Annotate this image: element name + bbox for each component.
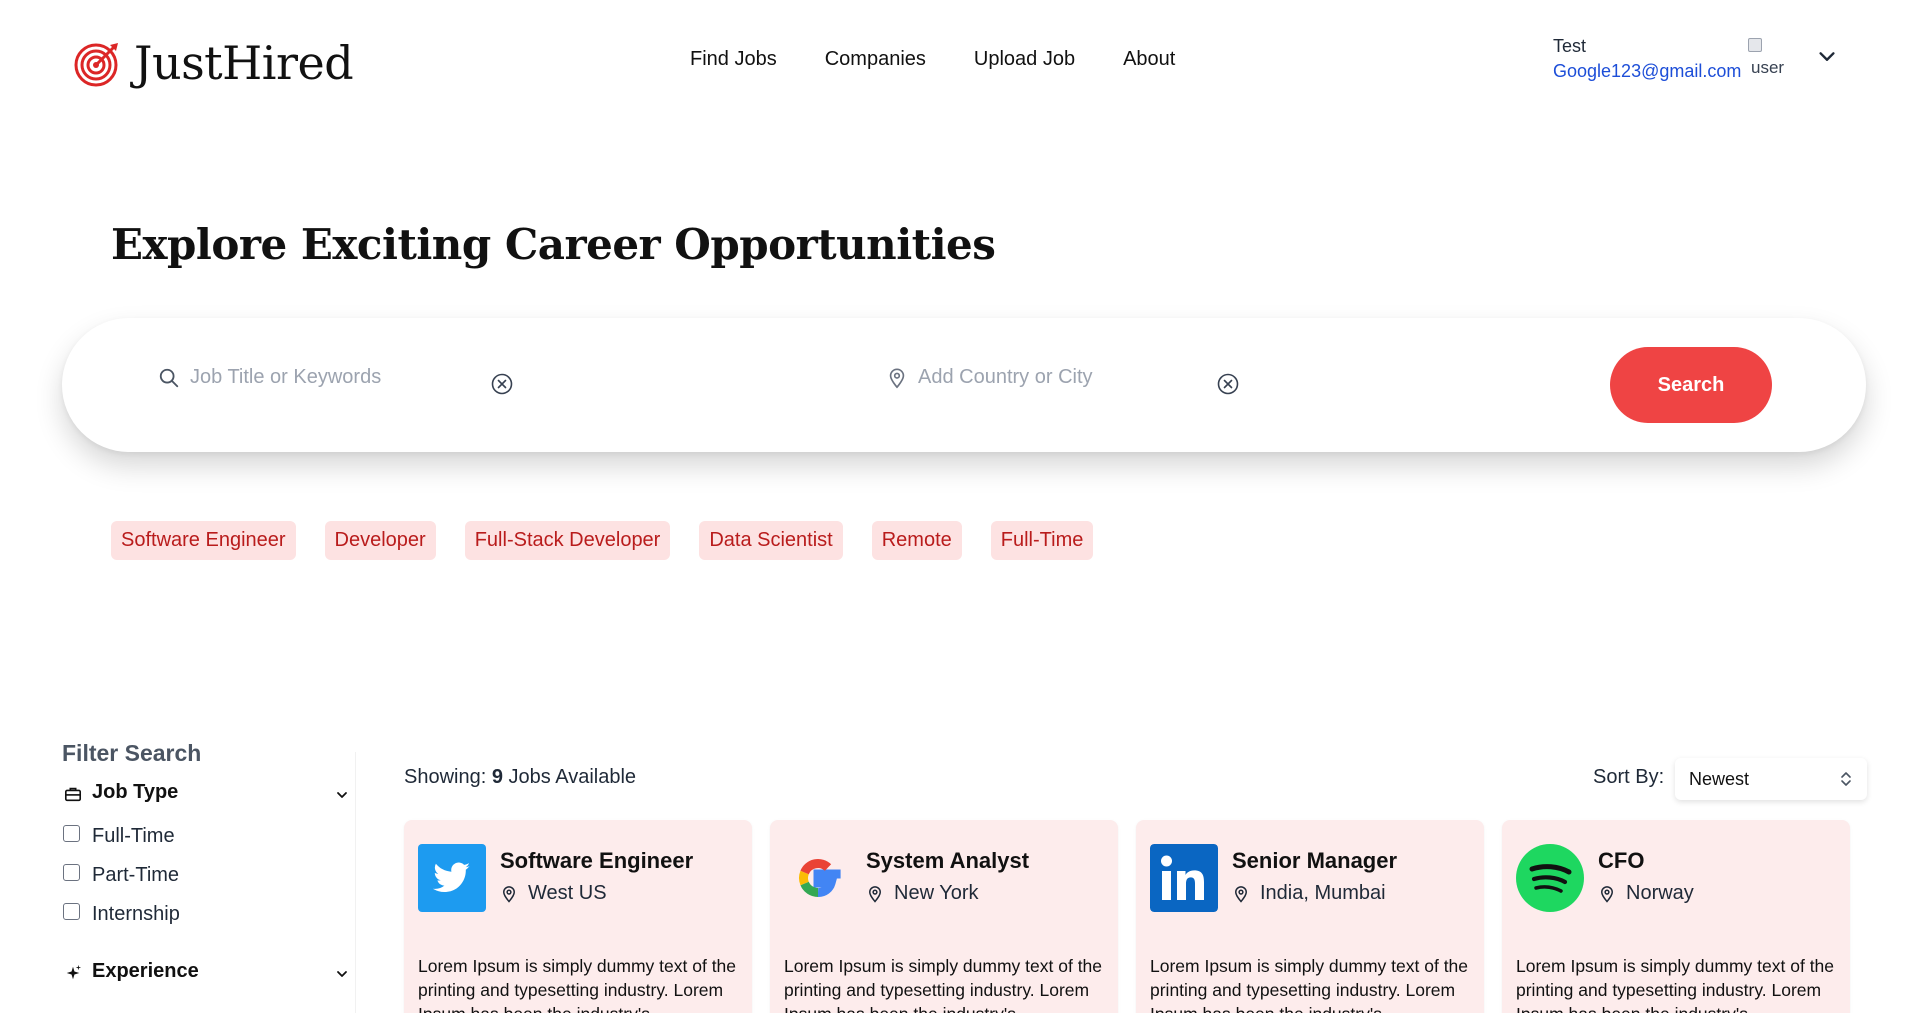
experience-label: Experience <box>92 960 199 982</box>
user-info: Test Google123@gmail.com <box>1553 36 1741 82</box>
sparkle-icon <box>66 964 82 980</box>
job-location: West US <box>500 882 607 905</box>
suggested-tags: Software Engineer Developer Full-Stack D… <box>111 521 1094 560</box>
clear-icon[interactable] <box>490 372 514 396</box>
job-type-label: Job Type <box>92 781 179 803</box>
job-location: India, Mumbai <box>1232 882 1386 905</box>
job-location: Norway <box>1598 882 1694 905</box>
location-pin-icon <box>868 885 882 903</box>
select-arrows-icon <box>1841 772 1851 786</box>
nav-find-jobs[interactable]: Find Jobs <box>690 48 777 71</box>
tag-chip[interactable]: Full-Stack Developer <box>464 521 671 560</box>
job-type-option: Internship <box>62 899 358 938</box>
job-location-text: India, Mumbai <box>1260 882 1386 904</box>
job-title: Software Engineer <box>500 848 694 873</box>
sort-value: Newest <box>1689 769 1750 789</box>
nav-upload-job[interactable]: Upload Job <box>974 48 1075 71</box>
internship-checkbox[interactable] <box>63 903 80 920</box>
user-email: Google123@gmail.com <box>1553 61 1742 81</box>
brand-name: JustHired <box>134 36 354 90</box>
sidebar-divider <box>355 752 356 1013</box>
target-logo-icon <box>74 43 118 87</box>
job-description: Lorem Ipsum is simply dummy text of the … <box>784 956 1103 1013</box>
twitter-logo-icon <box>418 844 486 912</box>
site-header: JustHired Find Jobs Companies Upload Job… <box>0 0 1920 120</box>
spotify-logo-icon <box>1516 844 1584 912</box>
job-search-placeholder: Job Title or Keywords <box>190 366 382 388</box>
job-card[interactable]: System Analyst New York Lorem Ipsum is s… <box>770 820 1118 1013</box>
briefcase-icon <box>64 787 82 802</box>
showing-suffix: Jobs Available <box>508 766 637 788</box>
chevron-down-icon <box>337 971 347 977</box>
job-card[interactable]: CFO Norway Lorem Ipsum is simply dummy t… <box>1502 820 1850 1013</box>
checkbox-label: Internship <box>92 903 180 925</box>
job-description: Lorem Ipsum is simply dummy text of the … <box>1150 956 1469 1013</box>
results-count: Showing: 9 Jobs Available <box>404 766 636 789</box>
job-type-section-toggle[interactable]: Job Type <box>62 781 358 811</box>
job-location: New York <box>866 882 979 905</box>
location-pin-icon <box>889 367 905 388</box>
location-pin-icon <box>1600 885 1614 903</box>
location-search-placeholder: Add Country or City <box>918 366 1093 388</box>
filter-title: Filter Search <box>62 740 202 766</box>
showing-prefix: Showing: <box>404 766 487 788</box>
broken-image-icon <box>1748 38 1762 52</box>
job-title: CFO <box>1598 848 1645 873</box>
job-cards: Software Engineer West US Lorem Ipsum is… <box>404 820 1850 1013</box>
sort-label: Sort By: <box>1593 766 1665 788</box>
tag-chip[interactable]: Data Scientist <box>699 521 843 560</box>
experience-section-toggle[interactable]: Experience <box>62 960 358 990</box>
tag-chip[interactable]: Software Engineer <box>111 521 296 560</box>
job-type-option: Full-Time <box>62 821 358 860</box>
tag-chip[interactable]: Remote <box>871 521 962 560</box>
jobs-count: 9 <box>491 766 503 788</box>
sort-select[interactable]: Newest <box>1675 758 1867 800</box>
search-bar: Job Title or Keywords Add Country or Cit… <box>62 318 1866 452</box>
chevron-down-icon <box>337 792 347 798</box>
full-time-checkbox[interactable] <box>63 825 80 842</box>
linkedin-logo-icon <box>1150 844 1218 912</box>
main-nav: Find Jobs Companies Upload Job About <box>690 48 1175 71</box>
job-description: Lorem Ipsum is simply dummy text of the … <box>418 956 737 1013</box>
user-name: Test <box>1553 36 1587 56</box>
location-pin-icon <box>1234 885 1248 903</box>
job-location-text: Norway <box>1626 882 1694 904</box>
checkbox-label: Part-Time <box>92 864 180 886</box>
filter-sidebar: Filter Search Job Type Full-Time Part-Ti… <box>62 740 358 990</box>
avatar[interactable]: user <box>1751 58 1784 78</box>
location-search-input[interactable]: Add Country or City <box>886 366 1093 389</box>
checkbox-label: Full-Time <box>92 825 175 847</box>
search-button[interactable]: Search <box>1610 347 1772 423</box>
job-location-text: New York <box>894 882 979 904</box>
job-title: Senior Manager <box>1232 848 1398 873</box>
clear-icon[interactable] <box>1216 372 1240 396</box>
job-location-text: West US <box>528 882 607 904</box>
search-icon <box>159 368 179 387</box>
job-card[interactable]: Software Engineer West US Lorem Ipsum is… <box>404 820 752 1013</box>
job-search-input[interactable]: Job Title or Keywords <box>158 366 381 389</box>
brand-logo[interactable]: JustHired <box>74 36 354 90</box>
nav-about[interactable]: About <box>1123 48 1175 71</box>
tag-chip[interactable]: Full-Time <box>990 521 1094 560</box>
location-pin-icon <box>502 885 516 903</box>
nav-companies[interactable]: Companies <box>825 48 926 71</box>
job-description: Lorem Ipsum is simply dummy text of the … <box>1516 956 1835 1013</box>
google-logo-icon <box>784 844 852 912</box>
job-title: System Analyst <box>866 848 1030 873</box>
tag-chip[interactable]: Developer <box>324 521 436 560</box>
part-time-checkbox[interactable] <box>63 864 80 881</box>
page-title: Explore Exciting Career Opportunities <box>111 220 996 269</box>
job-type-option: Part-Time <box>62 860 358 899</box>
job-card[interactable]: Senior Manager India, Mumbai Lorem Ipsum… <box>1136 820 1484 1013</box>
chevron-down-icon[interactable] <box>1816 46 1838 68</box>
